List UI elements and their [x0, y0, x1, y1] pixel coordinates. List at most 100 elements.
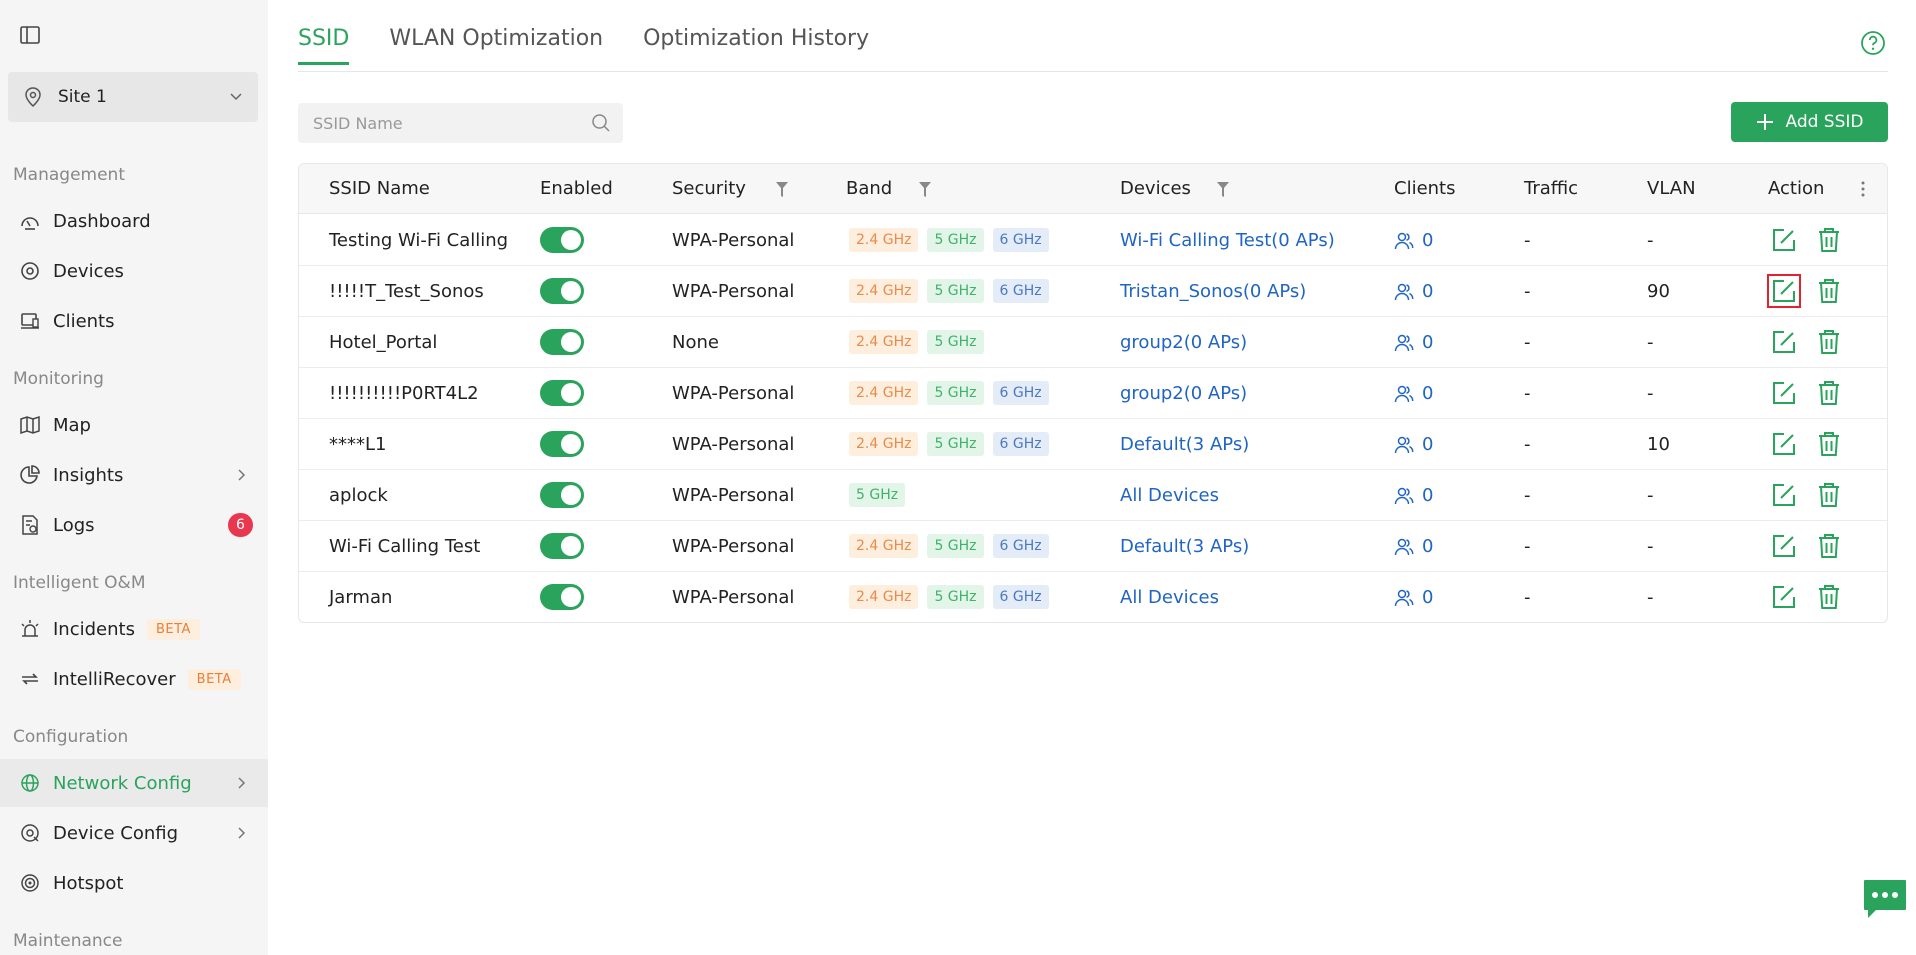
band-tags: 2.4 GHz 5 GHz 6 GHz	[849, 228, 1058, 252]
sidebar-item-label: Devices	[53, 260, 124, 282]
sidebar-item-insights[interactable]: Insights	[0, 451, 268, 499]
pie-chart-icon	[20, 465, 40, 484]
header-devices: Devices	[1120, 178, 1191, 199]
sidebar-item-label: Device Config	[53, 822, 179, 844]
clients-count: 0	[1422, 536, 1434, 557]
clients-link[interactable]: 0	[1394, 572, 1434, 622]
sidebar-item-label: Clients	[53, 310, 115, 332]
sidebar-item-devices[interactable]: Devices	[0, 247, 268, 295]
enabled-toggle[interactable]	[540, 533, 584, 559]
sidebar-item-network-config[interactable]: Network Config	[0, 759, 268, 807]
edit-icon[interactable]	[1771, 227, 1797, 253]
devices-link[interactable]: Default(3 APs)	[1120, 419, 1249, 470]
clients-link[interactable]: 0	[1394, 266, 1433, 317]
search-icon[interactable]	[591, 113, 611, 133]
delete-icon[interactable]	[1817, 278, 1841, 304]
vlan-value: -	[1647, 485, 1654, 506]
delete-icon[interactable]	[1817, 431, 1841, 457]
edit-icon[interactable]	[1771, 431, 1797, 457]
edit-icon[interactable]	[1771, 482, 1797, 508]
security-filter-icon[interactable]	[775, 181, 789, 198]
column-settings-icon[interactable]	[1860, 180, 1866, 198]
clients-link[interactable]: 0	[1394, 521, 1433, 572]
logs-count-badge: 6	[228, 513, 253, 537]
users-icon	[1394, 538, 1414, 555]
sidebar-item-clients[interactable]: Clients	[0, 297, 268, 345]
traffic-value: -	[1524, 587, 1531, 608]
band-filter-icon[interactable]	[918, 181, 932, 198]
sidebar-item-device-config[interactable]: Device Config	[0, 809, 268, 857]
add-ssid-button[interactable]: Add SSID	[1731, 102, 1888, 142]
clients-link[interactable]: 0	[1394, 215, 1433, 266]
device-config-icon	[21, 824, 39, 842]
tabs-divider	[298, 71, 1888, 72]
sidebar-toggle-icon[interactable]	[19, 24, 41, 46]
delete-icon[interactable]	[1817, 227, 1841, 253]
edit-icon[interactable]	[1771, 329, 1797, 355]
enabled-toggle[interactable]	[540, 584, 584, 610]
vlan-value: -	[1647, 536, 1654, 557]
enabled-toggle[interactable]	[540, 380, 584, 406]
band-tags: 2.4 GHz 5 GHz 6 GHz	[849, 585, 1058, 609]
chat-support-icon[interactable]	[1862, 878, 1908, 922]
clients-count: 0	[1422, 587, 1434, 608]
sidebar-item-dashboard[interactable]: Dashboard	[0, 197, 268, 245]
delete-icon[interactable]	[1817, 533, 1841, 559]
devices-filter-icon[interactable]	[1216, 181, 1230, 198]
ssid-search-input[interactable]	[298, 103, 578, 143]
sidebar-item-label: Network Config	[53, 772, 192, 794]
delete-icon[interactable]	[1817, 380, 1841, 406]
devices-link[interactable]: group2(0 APs)	[1120, 368, 1247, 419]
tab-wlan-optimization[interactable]: WLAN Optimization	[389, 26, 603, 65]
clients-link[interactable]: 0	[1394, 317, 1433, 368]
ssid-name: Testing Wi-Fi Calling	[329, 230, 509, 251]
security-value: WPA-Personal	[672, 281, 795, 302]
enabled-toggle[interactable]	[540, 278, 584, 304]
traffic-value: -	[1524, 536, 1531, 557]
devices-link[interactable]: group2(0 APs)	[1120, 317, 1247, 368]
sidebar-item-logs[interactable]: Logs 6	[0, 501, 268, 549]
sidebar-item-incidents[interactable]: Incidents BETA	[0, 605, 268, 653]
section-management: Management	[13, 165, 125, 185]
enabled-toggle[interactable]	[540, 482, 584, 508]
edit-icon[interactable]	[1767, 274, 1801, 308]
users-icon	[1394, 232, 1414, 249]
header-vlan: VLAN	[1647, 178, 1696, 199]
edit-icon[interactable]	[1771, 533, 1797, 559]
site-selector[interactable]: Site 1	[8, 72, 258, 122]
band-2-4ghz-tag: 2.4 GHz	[849, 228, 919, 252]
band-2-4ghz-tag: 2.4 GHz	[849, 381, 919, 405]
devices-link[interactable]: Default(3 APs)	[1120, 521, 1249, 572]
clients-link[interactable]: 0	[1394, 368, 1433, 419]
devices-link[interactable]: All Devices	[1120, 572, 1219, 622]
sidebar-item-hotspot[interactable]: Hotspot	[0, 859, 268, 907]
vlan-value: -	[1647, 230, 1654, 251]
table-header: SSID Name Enabled Security Band Devices …	[299, 164, 1887, 214]
devices-link[interactable]: All Devices	[1120, 470, 1219, 521]
enabled-toggle[interactable]	[540, 227, 584, 253]
sidebar-item-label: Dashboard	[53, 210, 151, 232]
globe-icon	[21, 774, 39, 792]
edit-icon[interactable]	[1771, 380, 1797, 406]
clients-link[interactable]: 0	[1394, 419, 1433, 470]
help-icon[interactable]	[1860, 30, 1886, 56]
devices-link[interactable]: Wi-Fi Calling Test(0 APs)	[1120, 215, 1335, 266]
delete-icon[interactable]	[1817, 482, 1841, 508]
devices-link[interactable]: Tristan_Sonos(0 APs)	[1120, 266, 1306, 317]
users-icon	[1394, 487, 1414, 504]
edit-icon[interactable]	[1771, 584, 1797, 610]
delete-icon[interactable]	[1817, 329, 1841, 355]
vlan-value: -	[1647, 332, 1654, 353]
sidebar-item-label: Map	[53, 414, 91, 436]
clients-count: 0	[1422, 383, 1434, 404]
tab-optimization-history[interactable]: Optimization History	[643, 26, 869, 65]
enabled-toggle[interactable]	[540, 431, 584, 457]
sidebar-item-map[interactable]: Map	[0, 401, 268, 449]
clients-link[interactable]: 0	[1394, 470, 1433, 521]
tab-ssid[interactable]: SSID	[298, 26, 350, 65]
sidebar-item-intellirecover[interactable]: IntelliRecover BETA	[0, 655, 268, 703]
chevron-right-icon	[238, 469, 246, 481]
delete-icon[interactable]	[1817, 584, 1841, 610]
security-value: WPA-Personal	[672, 485, 795, 506]
enabled-toggle[interactable]	[540, 329, 584, 355]
